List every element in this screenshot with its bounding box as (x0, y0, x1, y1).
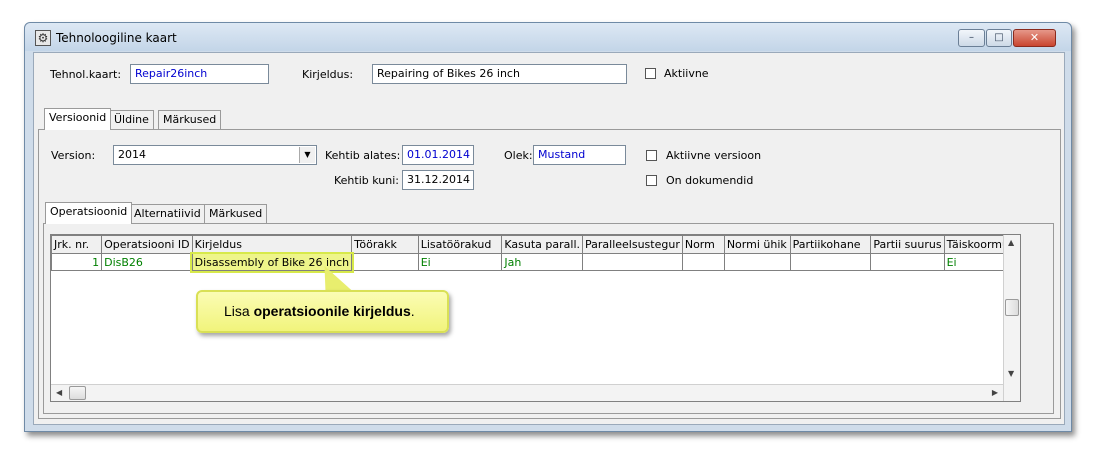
tab-markused-sub[interactable]: Märkused (204, 204, 268, 224)
kehtib-alates-field[interactable]: 01.01.2014 (402, 145, 474, 165)
kirjeldus-field[interactable]: Repairing of Bikes 26 inch (372, 64, 627, 84)
minimize-button[interactable]: – (958, 29, 985, 47)
horizontal-scrollbar[interactable]: ◀ ▶ (51, 384, 1003, 401)
aktiivne-label: Aktiivne (664, 67, 709, 80)
window-title: Tehnoloogiline kaart (56, 31, 177, 45)
cell-jrk[interactable]: 1 (51, 253, 103, 271)
olek-field[interactable]: Mustand (533, 145, 626, 165)
callout-suffix: . (410, 303, 415, 319)
app-icon[interactable]: ⚙ (35, 30, 51, 46)
cell-norm[interactable] (681, 253, 725, 271)
kehtib-kuni-label: Kehtib kuni: (334, 174, 399, 187)
kehtib-kuni-field[interactable]: 31.12.2014 (402, 170, 474, 190)
column-header-paralleelsustegur[interactable]: Paralleelsustegur (582, 235, 683, 254)
scroll-right-icon[interactable]: ▶ (992, 388, 998, 397)
column-header-kasuta-parall[interactable]: Kasuta parall. (501, 235, 583, 254)
on-dokumendid-label: On dokumendid (666, 174, 754, 187)
aktiivne-checkbox[interactable] (645, 68, 656, 79)
vertical-scrollbar[interactable]: ▲ ▼ (1003, 235, 1020, 401)
column-header-operatsiooni-id[interactable]: Operatsiooni ID (101, 235, 193, 254)
kirjeldus-label: Kirjeldus: (302, 68, 354, 81)
scroll-up-icon[interactable]: ▲ (1008, 238, 1014, 247)
close-button[interactable]: ✕ (1013, 29, 1056, 47)
column-header-toorakk[interactable]: Töörakk (351, 235, 419, 254)
operations-table: Jrk. nr. Operatsiooni ID Kirjeldus Tööra… (51, 235, 1020, 273)
version-label: Version: (51, 149, 96, 162)
aktiivne-versioon-label: Aktiivne versioon (666, 149, 762, 162)
column-header-normi-uhik[interactable]: Normi ühik (723, 235, 791, 254)
on-dokumendid-checkbox[interactable] (646, 175, 657, 186)
tab-alternatiivid[interactable]: Alternatiivid (129, 204, 206, 224)
tab-operatsioonid[interactable]: Operatsioonid (45, 202, 133, 224)
column-header-jrk[interactable]: Jrk. nr. (51, 235, 103, 254)
table-row[interactable]: 1 DisB26 Disassembly of Bike 26 inch Ei … (51, 251, 1020, 273)
kehtib-alates-label: Kehtib alates: (325, 149, 401, 162)
column-header-norm[interactable]: Norm (681, 235, 725, 254)
callout-bold-text: operatsioonile kirjeldus (253, 303, 411, 319)
cell-paralleelsustegur[interactable] (582, 253, 683, 271)
aktiivne-versioon-checkbox[interactable] (646, 150, 657, 161)
cell-partiikohane[interactable] (789, 253, 872, 271)
tehnol-kaart-label: Tehnol.kaart: (50, 68, 122, 81)
callout-prefix: Lisa (224, 303, 254, 319)
operatsioonid-panel: Jrk. nr. Operatsiooni ID Kirjeldus Tööra… (43, 223, 1054, 414)
cell-toorakk[interactable] (351, 253, 419, 271)
instruction-callout: Lisa operatsioonile kirjeldus. (196, 290, 449, 333)
tab-versioonid[interactable]: Versioonid (44, 108, 112, 130)
table-header-row: Jrk. nr. Operatsiooni ID Kirjeldus Tööra… (51, 235, 1020, 254)
column-header-partiikohane[interactable]: Partiikohane (789, 235, 872, 254)
scroll-down-icon[interactable]: ▼ (1008, 369, 1014, 378)
version-select-value: 2014 (118, 148, 146, 161)
cell-partii-suurus[interactable] (870, 253, 945, 271)
cell-kasuta-parall[interactable]: Jah (501, 253, 583, 271)
column-header-kirjeldus[interactable]: Kirjeldus (191, 235, 353, 254)
column-header-lisatoorakud[interactable]: Lisatöörakud (417, 235, 503, 254)
cell-normi-uhik[interactable] (723, 253, 791, 271)
tab-markused[interactable]: Märkused (158, 110, 222, 130)
cell-operatsiooni-id[interactable]: DisB26 (101, 253, 193, 271)
column-header-partii-suurus[interactable]: Partii suurus (870, 235, 945, 254)
tehnol-kaart-field[interactable]: Repair26inch (130, 64, 269, 84)
horizontal-scroll-thumb[interactable] (69, 386, 86, 400)
client-area: Tehnol.kaart: Repair26inch Kirjeldus: Re… (33, 52, 1065, 425)
versioonid-panel: Version: 2014 ▼ Kehtib alates: 01.01.201… (38, 129, 1061, 419)
scroll-left-icon[interactable]: ◀ (56, 388, 62, 397)
chevron-down-icon[interactable]: ▼ (299, 147, 315, 163)
maximize-button[interactable]: □ (986, 29, 1012, 47)
title-bar[interactable]: ⚙ Tehnoloogiline kaart – □ ✕ (25, 23, 1071, 51)
version-select[interactable]: 2014 ▼ (113, 145, 317, 165)
main-window: ⚙ Tehnoloogiline kaart – □ ✕ Tehnol.kaar… (24, 22, 1072, 432)
tab-uldine[interactable]: Üldine (109, 110, 154, 130)
vertical-scroll-thumb[interactable] (1005, 299, 1019, 316)
cell-lisatoorakud[interactable]: Ei (417, 253, 503, 271)
olek-label: Olek: (504, 149, 533, 162)
